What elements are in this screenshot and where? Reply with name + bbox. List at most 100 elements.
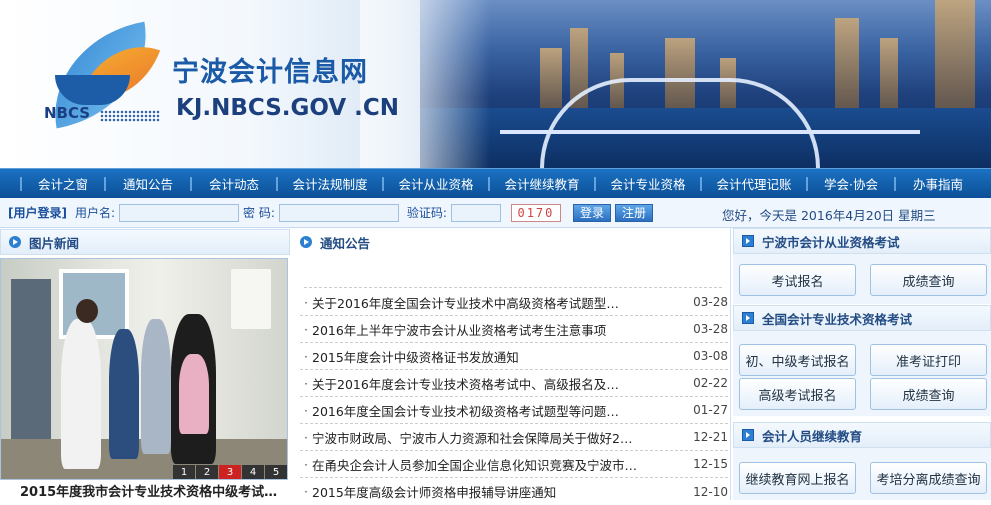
arrow-square-icon: [742, 312, 754, 324]
nav-item-fagui[interactable]: 会计法规制度: [278, 169, 382, 199]
score-query-button[interactable]: 成绩查询: [870, 264, 987, 296]
username-input[interactable]: [119, 203, 240, 222]
photo-pager: 1 2 3 4 5: [172, 465, 287, 479]
notice-item-date: 02-22: [693, 376, 728, 390]
nav-item-jixujiaoyu[interactable]: 会计继续教育: [490, 169, 594, 199]
jixu-education-header: 会计人员继续教育: [733, 422, 991, 448]
list-bullet: ·: [304, 429, 308, 445]
password-label: 密 码:: [243, 206, 275, 220]
pager-button[interactable]: 4: [242, 465, 264, 479]
logo-dots: [100, 110, 160, 122]
photo-news-title: 图片新闻: [29, 235, 80, 251]
divider: [304, 287, 722, 288]
building: [835, 18, 859, 108]
site-title: 宁波会计信息网: [172, 57, 368, 88]
header-banner: NBCS 宁波会计信息网 KJ.NBCS.GOV .CN: [0, 0, 991, 168]
nav-item-tongzhigonggao[interactable]: 通知公告: [106, 169, 190, 199]
bridge-deck: [500, 130, 920, 134]
notice-header: 通知公告: [292, 229, 728, 255]
list-bullet: ·: [304, 484, 308, 499]
notice-item-title[interactable]: 在甬央企会计人员参加全国企业信息化知识竞赛及宁波市…: [312, 455, 690, 474]
congye-exam-title: 宁波市会计从业资格考试: [762, 234, 900, 250]
pager-button[interactable]: 2: [196, 465, 218, 479]
main-nav: 会计之窗 通知公告 会计动态 会计法规制度 会计从业资格 会计继续教育 会计专业…: [0, 168, 991, 198]
notice-item[interactable]: · 2016年上半年宁波市会计从业资格考试考生注意事项 03-28: [300, 316, 728, 343]
column-divider: [730, 228, 731, 500]
person-dress: [179, 354, 209, 434]
person-figure: [61, 319, 101, 469]
captcha-input[interactable]: [450, 203, 501, 222]
notice-item[interactable]: · 2016年度全国会计专业技术初级资格考试题型等问题… 01-27: [300, 397, 728, 424]
nav-item-kuaijidongtai[interactable]: 会计动态: [192, 169, 276, 199]
notice-item[interactable]: · 2015年度高级会计师资格申报辅导讲座通知 12-10: [300, 478, 728, 505]
pager-button-active[interactable]: 3: [219, 465, 241, 479]
register-button[interactable]: 注册: [614, 203, 653, 222]
username-label: 用户名:: [74, 206, 116, 220]
nav-item-daili[interactable]: 会计代理记账: [702, 169, 806, 199]
notice-item[interactable]: · 关于2016年度全国会计专业技术中高级资格考试题型… 03-28: [300, 289, 728, 316]
notice-item-date: 12-15: [693, 457, 728, 471]
arrow-bullet-icon: [300, 236, 312, 248]
notice-item-date: 12-10: [693, 484, 728, 499]
photo-news-image[interactable]: [0, 258, 288, 480]
notice-item-date: 03-08: [693, 349, 728, 363]
notice-item[interactable]: · 在甬央企会计人员参加全国企业信息化知识竞赛及宁波市… 12-15: [300, 451, 728, 478]
photo-caption-link[interactable]: 2015年度我市会计专业技术资格中级考试…: [20, 481, 277, 500]
list-bullet: ·: [304, 375, 308, 391]
nav-item-kuaijizhichuang[interactable]: 会计之窗: [22, 169, 104, 199]
continuing-edu-signup-button[interactable]: 继续教育网上报名: [739, 462, 856, 494]
admission-print-button[interactable]: 准考证打印: [870, 344, 987, 376]
notice-item-date: 12-21: [693, 430, 728, 444]
notice-item-title[interactable]: 2016年上半年宁波市会计从业资格考试考生注意事项: [312, 320, 690, 339]
list-bullet: ·: [304, 402, 308, 418]
junior-mid-signup-button[interactable]: 初、中级考试报名: [739, 344, 856, 376]
site-url: KJ.NBCS.GOV .CN: [176, 95, 399, 121]
list-bullet: ·: [304, 321, 308, 337]
notice-item[interactable]: · 宁波市财政局、宁波市人力资源和社会保障局关于做好2… 12-21: [300, 424, 728, 451]
list-bullet: ·: [304, 294, 308, 310]
arrow-bullet-icon: [9, 236, 21, 248]
logo-text: NBCS: [44, 104, 91, 122]
congye-exam-header: 宁波市会计从业资格考试: [733, 228, 991, 254]
zhuanye-exam-header: 全国会计专业技术资格考试: [733, 305, 991, 331]
building: [935, 0, 975, 108]
wall-poster: [231, 269, 271, 329]
building: [880, 38, 898, 108]
captcha-label: 验证码:: [406, 206, 447, 220]
notice-item-title[interactable]: 关于2016年度会计专业技术资格考试中、高级报名及…: [312, 374, 690, 393]
score-query-button-2[interactable]: 成绩查询: [870, 378, 987, 410]
notice-item-title[interactable]: 2015年度高级会计师资格申报辅导讲座通知: [312, 482, 690, 501]
photo-news-header: 图片新闻: [0, 229, 290, 255]
person-head: [76, 299, 98, 323]
bridge-image: [540, 78, 820, 168]
notice-title: 通知公告: [320, 235, 371, 251]
notice-item-date: 03-28: [693, 295, 728, 309]
exam-signup-button[interactable]: 考试报名: [739, 264, 856, 296]
person-figure: [109, 329, 139, 459]
notice-item-title[interactable]: 关于2016年度全国会计专业技术中高级资格考试题型…: [312, 293, 690, 312]
nav-item-zhuanye[interactable]: 会计专业资格: [596, 169, 700, 199]
notice-item-date: 01-27: [693, 403, 728, 417]
notice-item-title[interactable]: 宁波市财政局、宁波市人力资源和社会保障局关于做好2…: [312, 428, 690, 447]
nav-item-congye[interactable]: 会计从业资格: [384, 169, 488, 199]
login-button[interactable]: 登录: [572, 203, 611, 222]
banner-fade: [360, 0, 490, 168]
notice-item-date: 03-28: [693, 322, 728, 336]
notice-item-title[interactable]: 2015年度会计中级资格证书发放通知: [312, 347, 690, 366]
notice-item[interactable]: · 2015年度会计中级资格证书发放通知 03-08: [300, 343, 728, 370]
notice-item-title[interactable]: 2016年度全国会计专业技术初级资格考试题型等问题…: [312, 401, 690, 420]
password-input[interactable]: [278, 203, 399, 222]
pager-button[interactable]: 5: [265, 465, 287, 479]
nav-item-banshi[interactable]: 办事指南: [896, 169, 980, 199]
senior-signup-button[interactable]: 高级考试报名: [739, 378, 856, 410]
person-figure: [141, 319, 171, 454]
captcha-text: 0170: [517, 205, 555, 220]
captcha-image[interactable]: 0170: [510, 203, 561, 222]
pager-button[interactable]: 1: [173, 465, 195, 479]
date-greeting: 您好，今天是 2016年4月20日 星期三: [722, 208, 936, 223]
training-score-query-button[interactable]: 考培分离成绩查询: [870, 462, 987, 494]
nav-item-xiehui[interactable]: 学会·协会: [808, 169, 894, 199]
notice-item[interactable]: · 关于2016年度会计专业技术资格考试中、高级报名及… 02-22: [300, 370, 728, 397]
arrow-square-icon: [742, 429, 754, 441]
arrow-square-icon: [742, 235, 754, 247]
